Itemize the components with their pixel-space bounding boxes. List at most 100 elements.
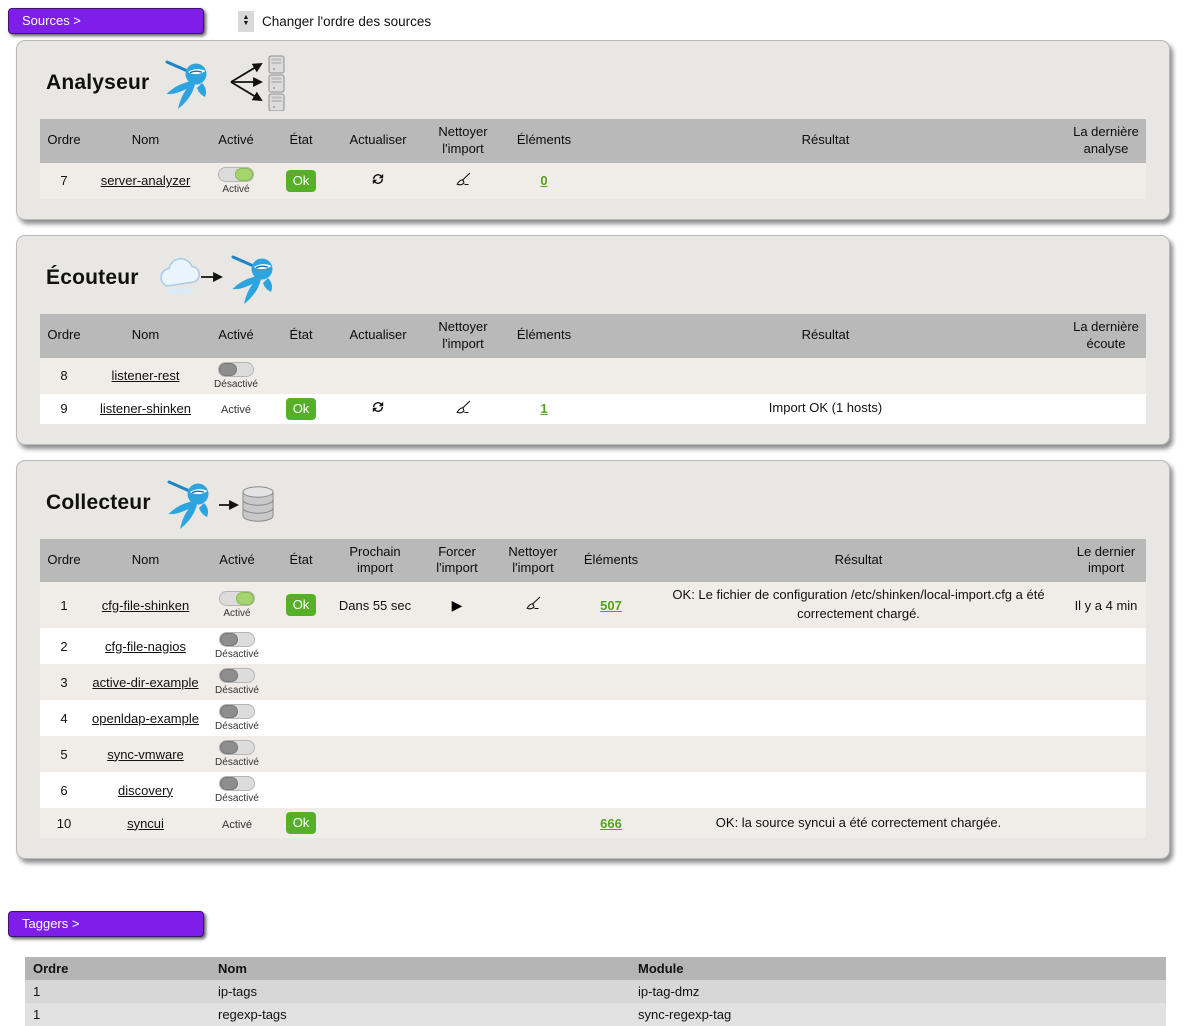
toggle-state-label: Désactivé: [215, 793, 259, 804]
status-badge: Ok: [286, 398, 317, 420]
source-name-link[interactable]: listener-rest: [112, 368, 180, 383]
ordre-value: 5: [40, 736, 88, 772]
active-toggle[interactable]: [218, 362, 254, 377]
toggle-state-label: Désactivé: [215, 685, 259, 696]
source-name-link[interactable]: openldap-example: [92, 711, 199, 726]
cloud-to-ninja-icon: [149, 250, 279, 306]
force-import-play-icon[interactable]: ▶: [452, 597, 463, 613]
ordre-value: 6: [40, 772, 88, 808]
col-header-etat: État: [271, 539, 331, 583]
broom-clean-icon[interactable]: [455, 171, 472, 188]
active-toggle[interactable]: [219, 776, 255, 791]
ecouteur-title: Écouteur: [46, 266, 139, 290]
col-header-ordre: Ordre: [40, 119, 88, 163]
col-header-derniere-analyse: La dernière analyse: [1066, 119, 1146, 163]
active-toggle[interactable]: [218, 167, 254, 182]
ordre-value: 9: [40, 394, 88, 424]
taggers-section: Taggers > Ordre Nom Module 1 ip-tags ip-…: [0, 911, 1186, 1026]
toggle-state-label: Activé: [218, 184, 254, 195]
col-header-active: Activé: [203, 119, 269, 163]
col-header-ordre: Ordre: [40, 539, 88, 583]
table-row: 8 listener-rest Désactivé: [40, 358, 1146, 394]
source-name-link[interactable]: syncui: [127, 816, 164, 831]
status-badge: Ok: [286, 812, 317, 834]
shinken-ninja-icon: [159, 55, 217, 111]
col-header-nettoyer: Nettoyer l'import: [495, 539, 571, 583]
refresh-icon[interactable]: [370, 399, 386, 415]
reorder-sources-label: Changer l'ordre des sources: [262, 14, 431, 29]
broom-clean-icon[interactable]: [525, 595, 542, 612]
table-row: 3 active-dir-example Désactivé: [40, 664, 1146, 700]
prochain-import-value: Dans 55 sec: [331, 582, 419, 628]
active-toggle[interactable]: [219, 591, 255, 606]
reorder-sources-control[interactable]: ▲▼ Changer l'ordre des sources: [238, 11, 431, 32]
active-toggle[interactable]: [219, 632, 255, 647]
col-header-resultat: Résultat: [651, 539, 1066, 583]
ordre-value: 4: [40, 700, 88, 736]
tagger-module: ip-tag-dmz: [630, 980, 1166, 1003]
col-header-ordre: Ordre: [40, 314, 88, 358]
col-header-elements: Éléments: [571, 539, 651, 583]
source-name-link[interactable]: server-analyzer: [101, 173, 191, 188]
ordre-value: 1: [40, 582, 88, 628]
source-name-link[interactable]: active-dir-example: [92, 675, 198, 690]
active-state-text: Activé: [222, 819, 252, 831]
col-header-resultat: Résultat: [585, 119, 1066, 163]
collecteur-panel: Collecteur Ordre Nom Activé: [16, 460, 1170, 859]
table-row: 4 openldap-example Désactivé: [40, 700, 1146, 736]
active-toggle[interactable]: [219, 740, 255, 755]
col-header-actualiser: Actualiser: [333, 314, 423, 358]
col-header-active: Activé: [203, 314, 269, 358]
tagger-module: sync-regexp-tag: [630, 1003, 1166, 1026]
analyseur-table: Ordre Nom Activé État Actualiser Nettoye…: [40, 119, 1146, 199]
elements-count-link[interactable]: 507: [600, 598, 622, 613]
ordre-value: 3: [40, 664, 88, 700]
dernier-import-value: Il y a 4 min: [1066, 582, 1146, 628]
derniere-analyse-value: [1066, 163, 1146, 199]
active-toggle[interactable]: [219, 704, 255, 719]
resultat-value: OK: la source syncui a été correctement …: [651, 808, 1066, 838]
status-badge: Ok: [286, 170, 317, 192]
broom-clean-icon[interactable]: [455, 399, 472, 416]
ordre-value: 10: [40, 808, 88, 838]
source-name-link[interactable]: cfg-file-shinken: [102, 598, 189, 613]
col-header-nettoyer: Nettoyer l'import: [423, 314, 503, 358]
taggers-section-button[interactable]: Taggers >: [8, 911, 204, 937]
table-row: 2 cfg-file-nagios Désactivé: [40, 628, 1146, 664]
col-header-nom: Nom: [88, 314, 203, 358]
active-toggle[interactable]: [219, 668, 255, 683]
sources-page: Sources > ▲▼ Changer l'ordre des sources…: [0, 0, 1186, 1026]
toggle-state-label: Activé: [219, 608, 255, 619]
ordre-value: 1: [25, 1003, 210, 1026]
col-header-elements: Éléments: [503, 314, 585, 358]
analyseur-title: Analyseur: [46, 71, 149, 95]
sort-arrows-icon[interactable]: ▲▼: [238, 11, 254, 32]
source-name-link[interactable]: cfg-file-nagios: [105, 639, 186, 654]
resultat-value: [585, 163, 1066, 199]
ordre-value: 7: [40, 163, 88, 199]
col-header-nom: Nom: [88, 119, 203, 163]
col-header-dernier-import: Le dernier import: [1066, 539, 1146, 583]
dispatch-to-servers-icon: [227, 55, 291, 111]
source-name-link[interactable]: sync-vmware: [107, 747, 184, 762]
col-header-ordre: Ordre: [25, 957, 210, 980]
refresh-icon[interactable]: [370, 171, 386, 187]
ordre-value: 8: [40, 358, 88, 394]
source-name-link[interactable]: discovery: [118, 783, 173, 798]
source-name-link[interactable]: listener-shinken: [100, 401, 191, 416]
table-row: 10 syncui Activé Ok 666 OK: la source sy…: [40, 808, 1146, 838]
col-header-nom: Nom: [210, 957, 630, 980]
ecouteur-table: Ordre Nom Activé État Actualiser Nettoye…: [40, 314, 1146, 424]
col-header-nettoyer: Nettoyer l'import: [423, 119, 503, 163]
elements-count-link[interactable]: 666: [600, 816, 622, 831]
status-badge: Ok: [286, 594, 317, 616]
col-header-forcer-import: Forcer l'import: [419, 539, 495, 583]
tagger-name: regexp-tags: [210, 1003, 630, 1026]
sources-section-button[interactable]: Sources >: [8, 8, 204, 34]
elements-count-link[interactable]: 0: [540, 173, 547, 188]
table-row: 1 cfg-file-shinken Activé Ok Dans 55 sec…: [40, 582, 1146, 628]
elements-count-link[interactable]: 1: [540, 401, 547, 416]
toggle-state-label: Désactivé: [214, 379, 258, 390]
tagger-name: ip-tags: [210, 980, 630, 1003]
ninja-to-database-icon: [161, 475, 285, 531]
